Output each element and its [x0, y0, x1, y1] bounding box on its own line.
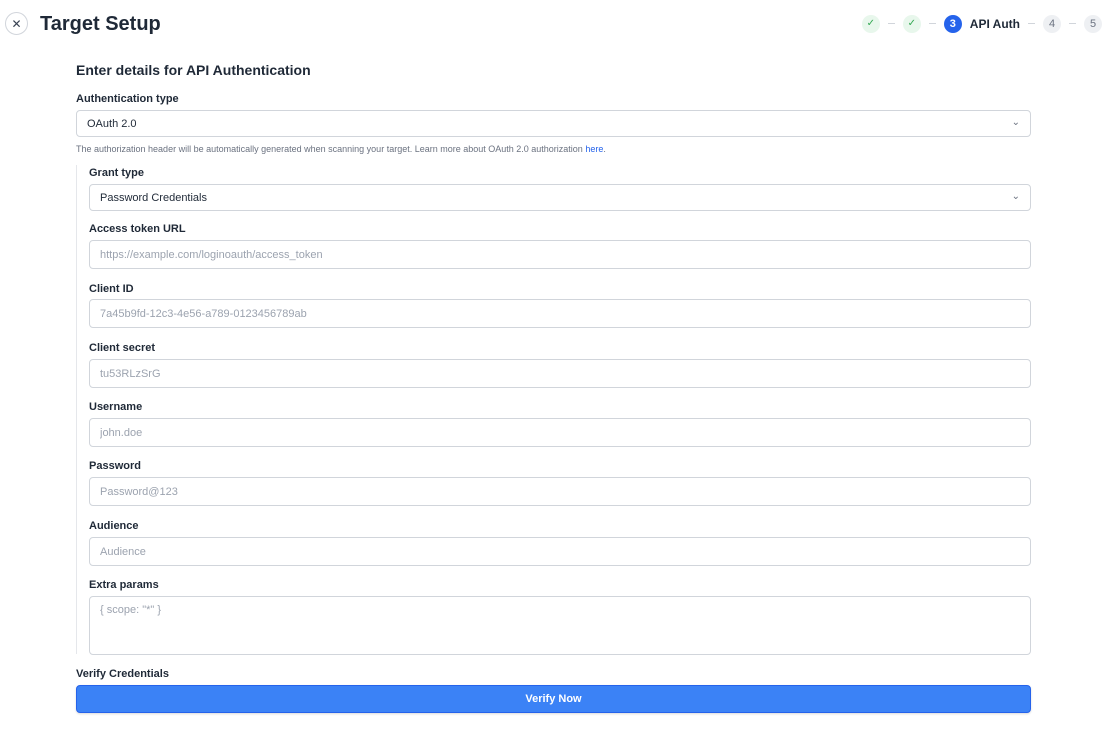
step-4-pending: 4	[1043, 14, 1061, 33]
client-id-label: Client ID	[89, 283, 134, 295]
auth-type-select[interactable]: OAuth 2.0 ⌄	[76, 110, 1031, 137]
username-label: Username	[89, 401, 143, 413]
client-id-input[interactable]	[89, 299, 1031, 328]
chevron-down-icon: ⌄	[1011, 117, 1020, 128]
oauth-fields-divider	[76, 165, 77, 654]
verify-now-button[interactable]: Verify Now	[76, 685, 1031, 713]
auth-type-label: Authentication type	[76, 93, 179, 105]
step-5-pending: 5	[1084, 14, 1102, 33]
step-2-done-icon: ✓	[902, 14, 921, 33]
audience-label: Audience	[89, 520, 139, 532]
verify-credentials-label: Verify Credentials	[76, 668, 169, 680]
step-separator	[928, 23, 936, 24]
step-3-label: API Auth	[969, 16, 1020, 31]
close-button[interactable]: ✕	[5, 12, 28, 35]
client-secret-input[interactable]	[89, 359, 1031, 388]
step-separator	[1069, 23, 1076, 24]
grant-type-select[interactable]: Password Credentials ⌄	[89, 184, 1031, 211]
extra-params-label: Extra params	[89, 579, 159, 591]
client-secret-label: Client secret	[89, 342, 156, 354]
password-label: Password	[89, 460, 141, 472]
grant-type-label: Grant type	[89, 167, 145, 179]
step-1-done-icon: ✓	[861, 14, 880, 33]
section-title: Enter details for API Authentication	[76, 62, 311, 78]
access-token-url-input[interactable]	[89, 240, 1031, 269]
access-token-url-label: Access token URL	[89, 223, 186, 235]
chevron-down-icon: ⌄	[1011, 191, 1020, 202]
grant-type-value: Password Credentials	[100, 191, 207, 204]
oauth-learn-more-link[interactable]: here	[585, 144, 603, 154]
username-input[interactable]	[89, 418, 1031, 447]
auth-type-value: OAuth 2.0	[87, 117, 137, 130]
auth-help-text: The authorization header will be automat…	[76, 144, 606, 154]
target-setup-page: ✕ Target Setup ✓ ✓ 3 API Auth 4 5 Enter …	[0, 0, 1108, 739]
password-input[interactable]	[89, 477, 1031, 506]
audience-input[interactable]	[89, 537, 1031, 566]
page-title: Target Setup	[40, 13, 161, 35]
step-separator	[887, 23, 895, 24]
close-icon: ✕	[11, 16, 22, 31]
step-3-active: 3	[943, 14, 962, 33]
step-separator	[1028, 23, 1035, 24]
extra-params-textarea[interactable]	[89, 596, 1031, 655]
stepper: ✓ ✓ 3 API Auth 4 5	[861, 14, 1102, 33]
